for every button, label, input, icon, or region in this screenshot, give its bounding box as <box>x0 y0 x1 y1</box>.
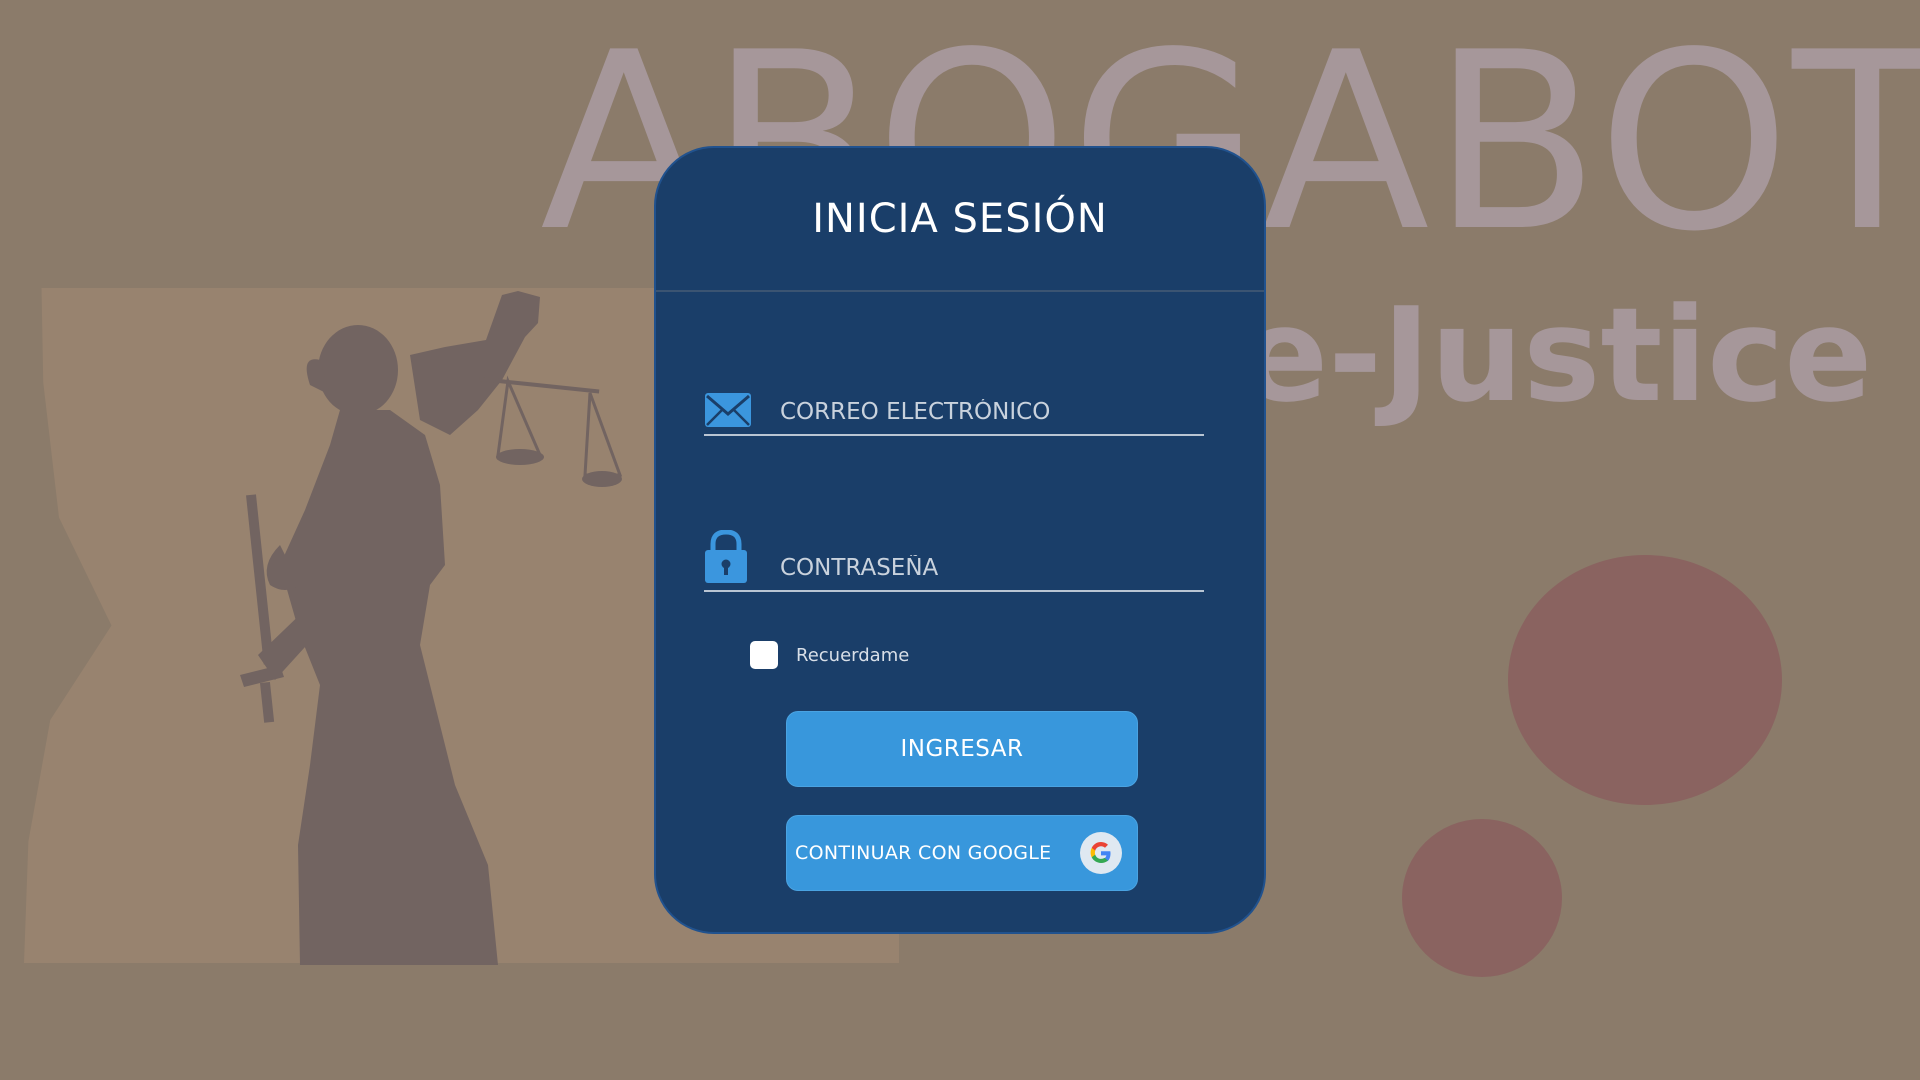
google-button-label: CONTINUAR CON GOOGLE <box>795 842 1052 864</box>
remember-me[interactable]: Recuerdame <box>750 640 909 670</box>
decorative-circle-small <box>1402 819 1562 977</box>
google-signin-button[interactable]: CONTINUAR CON GOOGLE <box>786 815 1138 891</box>
envelope-icon <box>705 393 751 427</box>
brand-subtitle: e-Justice <box>1240 279 1873 431</box>
login-button-label: INGRESAR <box>900 736 1024 762</box>
remember-me-checkbox[interactable] <box>750 641 778 669</box>
login-card-header: INICIA SESIÓN <box>656 148 1264 292</box>
lady-justice-silhouette <box>240 291 623 965</box>
google-icon <box>1080 832 1122 874</box>
remember-me-label: Recuerdame <box>796 644 910 666</box>
login-title: INICIA SESIÓN <box>812 196 1108 242</box>
login-button[interactable]: INGRESAR <box>786 711 1138 787</box>
lock-icon <box>705 530 747 583</box>
email-field <box>704 378 1204 436</box>
decorative-circle-large <box>1508 555 1782 805</box>
password-input[interactable] <box>778 548 1202 588</box>
email-input[interactable] <box>778 392 1202 432</box>
password-field <box>704 520 1204 592</box>
login-card: INICIA SESIÓN Recuerdame INGRESAR CONTIN… <box>654 146 1266 934</box>
